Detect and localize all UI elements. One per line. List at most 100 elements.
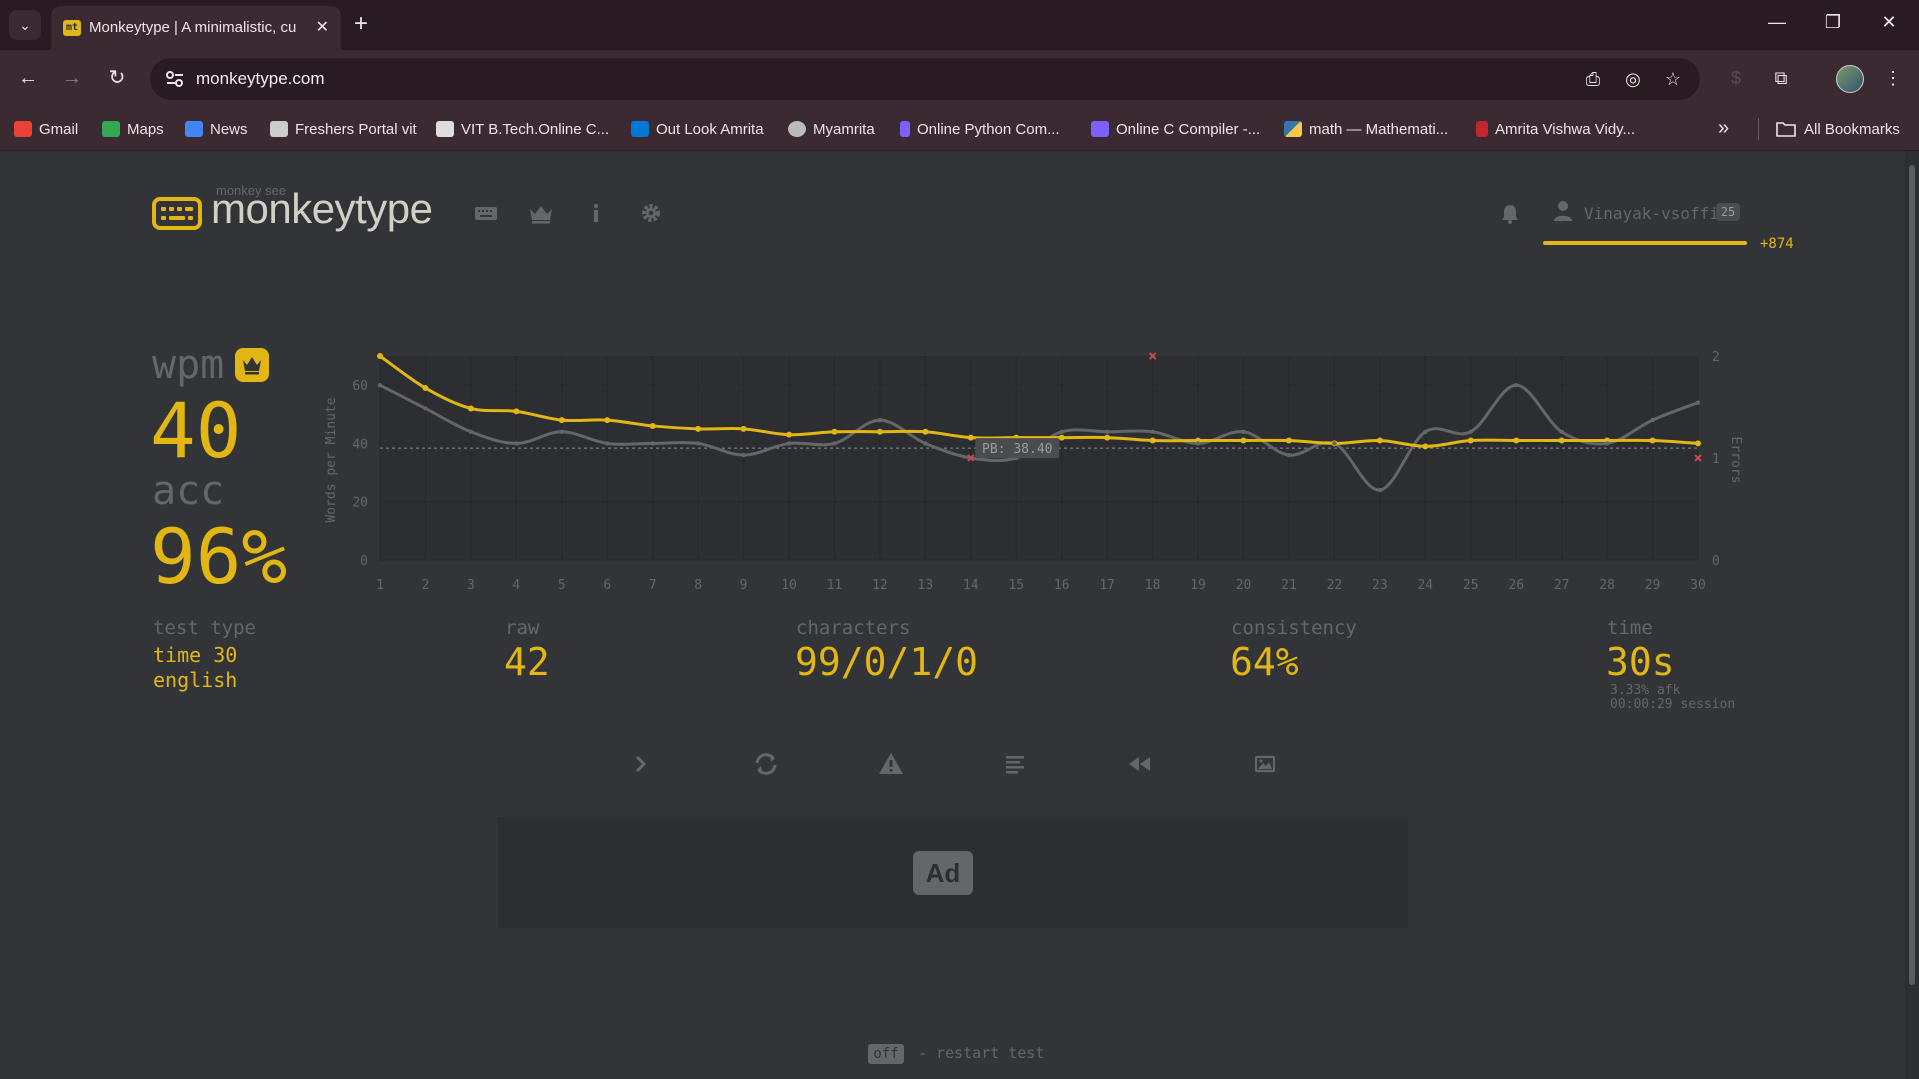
browser-tab[interactable]: mt Monkeytype | A minimalistic, cu ✕ [51,6,341,50]
x-tick-label: 17 [1099,578,1115,593]
repeat-test-icon[interactable] [748,748,784,780]
address-bar[interactable]: monkeytype.com ⎙ ◎ ☆ [150,58,1700,100]
monkeytype-favicon-icon: mt [63,20,81,36]
raw-point [832,441,837,446]
bookmark-freshers-portal[interactable]: Freshers Portal vit [270,119,417,139]
bookmark-news[interactable]: News [185,119,248,139]
extensions-puzzle-icon[interactable]: ⧉ [1768,66,1794,90]
new-tab-button[interactable]: + [354,10,368,38]
next-test-chevron-icon[interactable] [623,748,659,780]
bookmark-online-c[interactable]: Online C Compiler -... [1091,119,1260,139]
bookmark-math[interactable]: math — Mathemati... [1284,119,1448,139]
wpm-value: 40 [150,386,242,475]
notification-bell-icon[interactable] [1498,202,1522,226]
gmail-icon [14,121,32,137]
raw-point [468,429,474,434]
session-time: 00:00:29 session [1610,697,1736,712]
freshers-portal-icon [270,121,288,137]
wpm-point [695,425,702,432]
watch-replay-rewind-icon[interactable] [1122,748,1158,780]
y-tick-label: 60 [352,379,368,394]
raw-point [1559,429,1564,434]
extension-icon[interactable]: $ [1723,66,1749,90]
reload-icon[interactable]: ↻ [103,66,131,90]
bookmark-online-python[interactable]: Online Python Com... [900,119,1060,139]
ad-badge: Ad [913,851,973,895]
bookmark-outlook[interactable]: Out Look Amrita [631,119,764,139]
bookmark-amrita[interactable]: Amrita Vishwa Vidy... [1476,119,1635,139]
test-type-mode: time 30 [153,643,238,667]
install-app-icon[interactable]: ⎙ [1580,68,1606,90]
wpm-point [649,422,656,429]
wpm-point [513,408,520,415]
raw-point [1695,400,1701,405]
time-value[interactable]: 30s [1606,640,1675,684]
profile-avatar[interactable] [1836,65,1864,93]
raw-point [695,441,701,446]
characters-value[interactable]: 99/0/1/0 [795,640,978,684]
more-bookmarks-icon[interactable]: » [1718,117,1729,140]
acc-value: 96% [150,512,288,601]
close-tab-icon[interactable]: ✕ [316,17,329,37]
site-info-icon[interactable] [164,69,186,89]
bookmark-maps[interactable]: Maps [102,119,164,139]
folder-icon [1776,122,1796,137]
browser-menu-icon[interactable]: ⋮ [1880,66,1906,90]
y2-tick-label: 2 [1712,350,1720,365]
raw-label: raw [505,617,540,639]
info-icon[interactable] [581,200,611,226]
bookmark-gmail[interactable]: Gmail [14,119,78,139]
wpm-point [786,431,793,438]
news-icon [185,121,203,137]
word-history-list-icon[interactable] [997,748,1033,780]
tracking-protection-icon[interactable]: ◎ [1620,68,1646,90]
wpm-point [1513,437,1520,444]
wpm-chart[interactable]: Words per Minute Errors 0204060 012 1234… [310,340,1760,595]
y2-tick-label: 1 [1712,452,1720,467]
wpm-point [1240,437,1247,444]
raw-value: 42 [504,640,550,684]
c-compiler-icon [1091,121,1109,137]
page-scrollbar[interactable] [1905,151,1919,1079]
bookmarks-divider [1758,118,1759,140]
monkeytype-page [0,151,1905,1079]
x-tick-label: 16 [1054,578,1070,593]
scrollbar-thumb[interactable] [1909,165,1915,985]
bookmark-myamrita[interactable]: Myamrita [788,119,875,139]
crown-icon[interactable] [526,200,556,226]
close-window-icon[interactable]: ✕ [1877,12,1901,33]
settings-gear-icon[interactable] [636,200,666,226]
consistency-value[interactable]: 64% [1230,640,1299,684]
x-tick-label: 15 [1008,578,1024,593]
personal-best-crown-icon [235,348,269,382]
raw-point [1286,452,1292,458]
wpm-point [1285,437,1292,444]
tab-search-button[interactable]: ⌄ [9,10,41,40]
back-icon[interactable]: ← [14,66,42,90]
bookmark-star-icon[interactable]: ☆ [1660,68,1686,90]
browser-toolbar: ← → ↻ monkeytype.com ⎙ ◎ ☆ $ ⧉ ⋮ [0,50,1919,108]
bookmark-vit-btech[interactable]: VIT B.Tech.Online C... [436,119,609,139]
wpm-point [740,425,747,432]
all-bookmarks-button[interactable]: All Bookmarks [1776,119,1900,139]
wpm-point [1695,440,1701,447]
save-screenshot-image-icon[interactable] [1247,748,1283,780]
wpm-point [467,405,474,412]
y-tick-label: 20 [352,496,368,511]
x-tick-label: 3 [467,578,475,593]
monkeytype-logo-icon[interactable] [152,197,202,230]
wpm-point [1649,437,1656,444]
forward-icon[interactable]: → [58,66,86,90]
url-text: monkeytype.com [196,69,325,88]
practice-mistakes-warning-icon[interactable] [873,748,909,780]
y-tick-label: 0 [360,554,368,569]
restore-icon[interactable]: ❐ [1821,12,1845,33]
level-badge: 25 [1716,203,1740,221]
wpm-point [1467,437,1474,444]
restart-key-hint: off [868,1044,904,1064]
keyboard-icon[interactable] [472,200,502,226]
minimize-icon[interactable]: — [1765,12,1789,33]
logo-text[interactable]: monkeytype [211,185,433,233]
x-tick-label: 27 [1554,578,1570,593]
x-tick-label: 20 [1236,578,1252,593]
